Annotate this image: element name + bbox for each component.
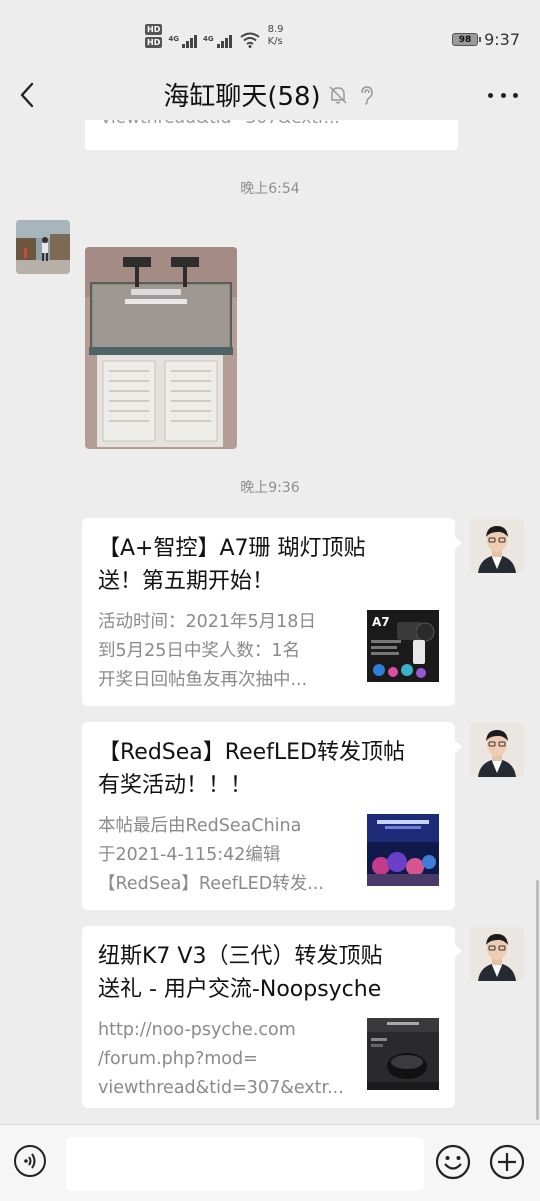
avatar-self[interactable]: [470, 927, 524, 981]
message-list[interactable]: viewthread&tid=307&extr... 晚上6:54: [0, 120, 540, 1124]
link-card-description: http://noo-psyche.com /forum.php?mod= vi…: [98, 1020, 344, 1098]
avatar-self[interactable]: [470, 723, 524, 777]
avatar-self[interactable]: [470, 519, 524, 573]
link-card-thumbnail: [367, 814, 439, 886]
clock: 9:37: [484, 30, 520, 49]
link-card-title: 【RedSea】ReefLED转发顶帖 有奖活动！！！: [98, 740, 405, 798]
link-card-partial[interactable]: viewthread&tid=307&extr...: [85, 120, 458, 150]
hd-badges: HD HD: [145, 24, 163, 48]
thumb-label: A7: [372, 615, 390, 629]
ear-icon: [360, 85, 373, 105]
link-card-title: 纽斯K7 V3（三代）转发顶贴 送礼 - 用户交流-Noopsyche: [98, 944, 383, 1002]
link-card-title: 【A+智控】A7珊 瑚灯顶贴 送！第五期开始！: [98, 536, 366, 594]
wifi-icon: [239, 32, 260, 48]
link-card-message[interactable]: 纽斯K7 V3（三代）转发顶贴 送礼 - 用户交流-Noopsyche http…: [82, 926, 462, 1108]
signal-icon-1: 4G: [168, 35, 197, 48]
network-speed: 8.9 K/s: [267, 24, 284, 47]
hd-badge-2: HD: [145, 37, 163, 48]
battery-icon: 98: [452, 33, 482, 46]
timestamp: 晚上9:36: [240, 480, 300, 496]
link-card-message[interactable]: 【RedSea】ReefLED转发顶帖 有奖活动！！！ 本帖最后由RedSeaC…: [82, 722, 462, 910]
link-card-thumbnail: [367, 1018, 439, 1090]
emoji-icon[interactable]: [435, 1144, 471, 1180]
avatar-sender[interactable]: [16, 220, 70, 274]
link-card-description: 本帖最后由RedSeaChina 于2021-4-115:42编辑 【RedSe…: [98, 816, 324, 894]
status-indicators: HD HD 4G 4G 8.9 K/s: [145, 24, 284, 48]
mute-bell-icon: [329, 85, 347, 104]
chat-header: 海缸聊天(58): [0, 70, 540, 120]
plus-icon[interactable]: [489, 1144, 525, 1180]
link-card-message[interactable]: 【A+智控】A7珊 瑚灯顶贴 送！第五期开始！ 活动时间：2021年5月18日 …: [82, 518, 462, 706]
chat-title: 海缸聊天(58): [163, 82, 321, 112]
image-message[interactable]: [85, 247, 237, 449]
input-bar: [0, 1124, 540, 1201]
scrollbar[interactable]: [536, 880, 539, 1120]
more-icon: [488, 92, 493, 98]
status-bar: HD HD 4G 4G 8.9 K/s 98 9:37: [0, 0, 540, 70]
hd-badge-1: HD: [145, 24, 163, 35]
signal-icon-2: 4G: [203, 35, 232, 48]
link-card-description: 活动时间：2021年5月18日 到5月25日中奖人数：1名 开奖日回帖鱼友再次抽…: [98, 612, 316, 690]
voice-button[interactable]: [14, 1145, 46, 1177]
link-card-thumbnail: A7: [367, 610, 439, 682]
timestamp: 晚上6:54: [240, 181, 300, 197]
message-input[interactable]: [66, 1137, 424, 1191]
more-options-button[interactable]: [488, 82, 518, 108]
voice-icon: [24, 1153, 36, 1169]
